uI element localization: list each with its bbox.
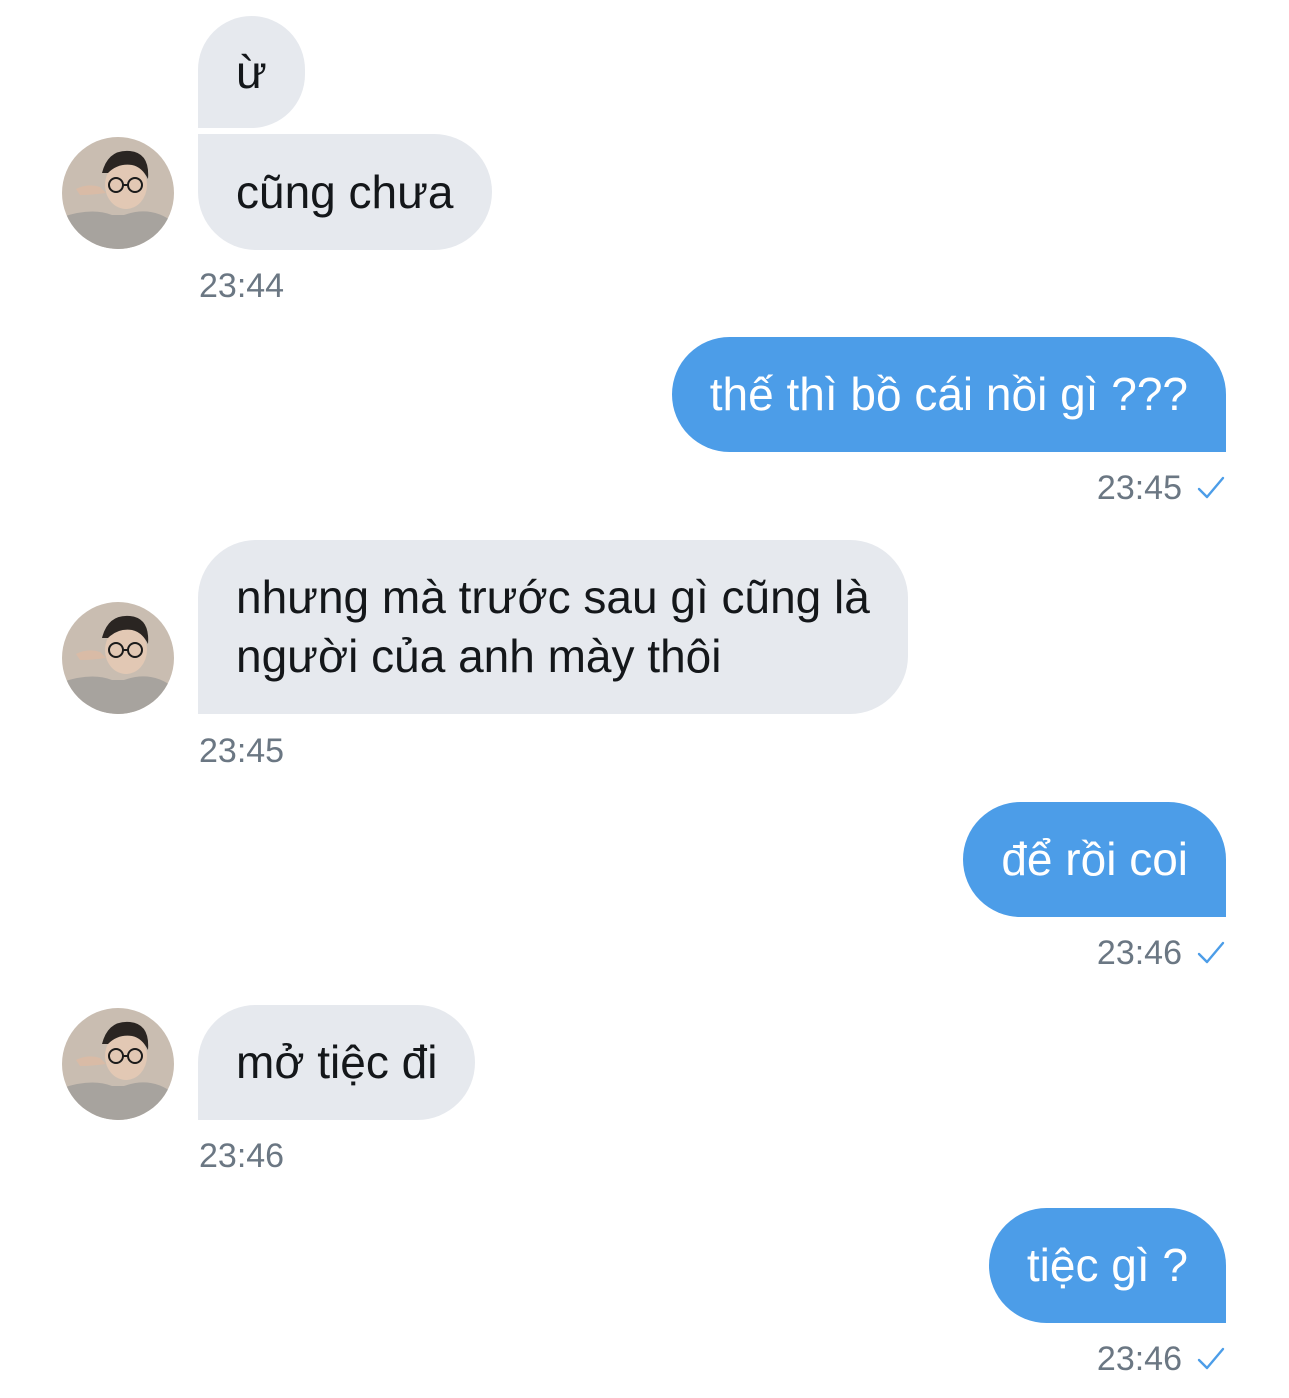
message-text: thế thì bồ cái nồi gì ??? [709, 368, 1188, 420]
message-timestamp-row: 23:45 [1097, 468, 1226, 508]
message-timestamp: 23:46 [1096, 1340, 1182, 1378]
message-timestamp: 23:44 [199, 267, 285, 305]
message-bubble-incoming[interactable]: cũng chưa [198, 134, 492, 250]
avatar-photo [62, 137, 174, 249]
avatar-photo [62, 1008, 174, 1120]
message-timestamp: 23:46 [199, 1137, 285, 1175]
message-timestamp-row: 23:46 [1097, 1339, 1226, 1379]
message-text-line: nhưng mà trước sau gì cũng là [236, 571, 870, 623]
message-timestamp-row: 23:46 [1097, 933, 1226, 973]
message-bubble-outgoing[interactable]: để rồi coi [963, 802, 1226, 917]
message-bubble-outgoing[interactable]: tiệc gì ? [988, 1208, 1226, 1323]
avatar[interactable] [62, 602, 174, 714]
checkmark-icon [1197, 1347, 1225, 1370]
message-text: tiệc gì ? [1026, 1239, 1188, 1291]
message-timestamp: 23:46 [1096, 934, 1182, 972]
message-text: cũng chưa [236, 166, 454, 218]
message-timestamp: 23:45 [199, 732, 285, 770]
message-text: để rồi coi [1001, 833, 1188, 885]
checkmark-icon [1197, 476, 1225, 499]
message-bubble-incoming[interactable]: ừ [198, 16, 305, 128]
avatar[interactable] [62, 1008, 174, 1120]
checkmark-icon [1197, 941, 1225, 964]
message-bubble-incoming[interactable]: mở tiệc đi [198, 1005, 476, 1120]
message-bubble-incoming[interactable]: nhưng mà trước sau gì cũng là người của … [198, 540, 908, 714]
message-text-line: người của anh mày thôi [236, 630, 722, 682]
message-bubble-outgoing[interactable]: thế thì bồ cái nồi gì ??? [671, 337, 1226, 452]
avatar[interactable] [62, 137, 174, 249]
message-text: mở tiệc đi [236, 1036, 438, 1088]
message-timestamp: 23:45 [1096, 469, 1182, 507]
message-text: ừ [236, 46, 267, 98]
avatar-photo [62, 602, 174, 714]
